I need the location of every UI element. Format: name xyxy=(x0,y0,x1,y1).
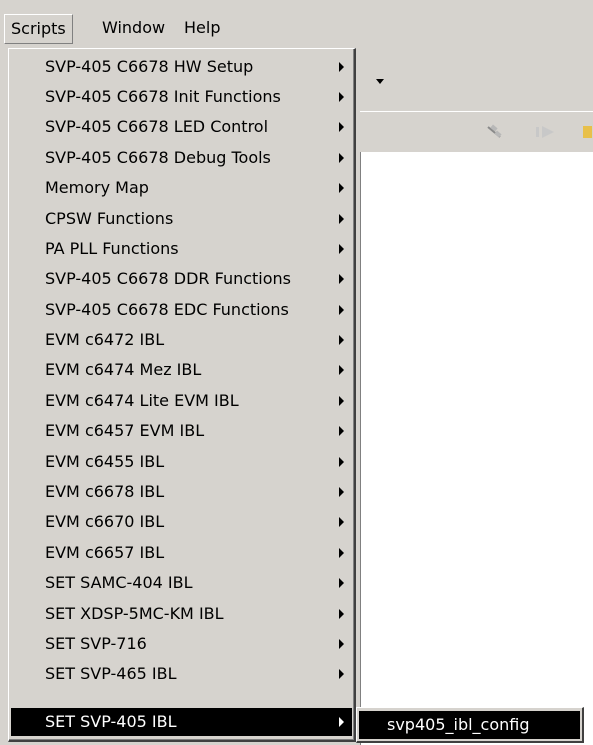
chevron-right-icon xyxy=(339,517,344,527)
chevron-right-icon xyxy=(339,214,344,224)
menu-item-label: SET SVP-465 IBL xyxy=(45,664,177,683)
submenu-item-svp405-ibl-config[interactable]: svp405_ibl_config xyxy=(359,711,580,739)
chevron-right-icon xyxy=(339,274,344,284)
chevron-right-icon xyxy=(339,305,344,315)
menu-item-label: PA PLL Functions xyxy=(45,239,179,258)
menu-item-evm-c6657-ibl[interactable]: EVM c6657 IBL xyxy=(11,539,352,567)
menu-item-evm-c6455-ibl[interactable]: EVM c6455 IBL xyxy=(11,448,352,476)
menu-item-label: SET SVP-716 xyxy=(45,634,147,653)
menu-item-set-samc-404-ibl[interactable]: SET SAMC-404 IBL xyxy=(11,569,352,597)
chevron-right-icon xyxy=(339,717,344,727)
menu-item-label: EVM c6455 IBL xyxy=(45,452,165,471)
chevron-right-icon xyxy=(339,183,344,193)
menu-item-label: SVP-405 C6678 HW Setup xyxy=(45,57,254,76)
menu-item-label: EVM c6472 IBL xyxy=(45,330,165,349)
menu-item-evm-c6474-mez-ibl[interactable]: EVM c6474 Mez IBL xyxy=(11,356,352,384)
chevron-right-icon xyxy=(339,244,344,254)
chevron-right-icon xyxy=(339,365,344,375)
menu-item-label: SET SVP-405 IBL xyxy=(45,712,177,731)
menu-item-svp405-init-functions[interactable]: SVP-405 C6678 Init Functions xyxy=(11,83,352,111)
chevron-right-icon xyxy=(339,122,344,132)
chevron-right-icon xyxy=(339,396,344,406)
chevron-right-icon xyxy=(339,62,344,72)
editor-pane xyxy=(360,152,593,745)
satellite-icon[interactable] xyxy=(486,124,504,140)
menu-item-evm-c6472-ibl[interactable]: EVM c6472 IBL xyxy=(11,326,352,354)
menu-item-set-xdsp-5mc-km-ibl[interactable]: SET XDSP-5MC-KM IBL xyxy=(11,600,352,628)
chevron-right-icon xyxy=(339,669,344,679)
scripts-menu: SVP-405 C6678 HW Setup SVP-405 C6678 Ini… xyxy=(8,48,356,742)
chevron-right-icon xyxy=(339,548,344,558)
menu-item-label: SVP-405 C6678 Debug Tools xyxy=(45,148,271,167)
menu-item-label: EVM c6457 EVM IBL xyxy=(45,421,205,440)
chevron-right-icon xyxy=(339,639,344,649)
menu-item-label: SVP-405 C6678 LED Control xyxy=(45,117,269,136)
menu-item-evm-c6670-ibl[interactable]: EVM c6670 IBL xyxy=(11,508,352,536)
menu-item-label: SVP-405 C6678 EDC Functions xyxy=(45,300,289,319)
chevron-right-icon xyxy=(339,335,344,345)
menu-window[interactable]: Window xyxy=(96,14,171,42)
menu-scripts[interactable]: Scripts xyxy=(4,14,73,44)
menu-bar: Scripts Window Help xyxy=(0,0,593,44)
menu-item-label: EVM c6678 IBL xyxy=(45,482,165,501)
view-toolbar xyxy=(360,111,593,153)
menu-item-label: EVM c6670 IBL xyxy=(45,512,165,531)
menu-item-label: Memory Map xyxy=(45,178,149,197)
chevron-right-icon xyxy=(339,487,344,497)
svp405-ibl-submenu: svp405_ibl_config xyxy=(356,707,584,743)
terminate-icon[interactable] xyxy=(582,124,593,140)
menu-item-evm-c6457-evm-ibl[interactable]: EVM c6457 EVM IBL xyxy=(11,417,352,445)
menu-item-svp405-debug-tools[interactable]: SVP-405 C6678 Debug Tools xyxy=(11,144,352,172)
menu-item-svp405-edc-functions[interactable]: SVP-405 C6678 EDC Functions xyxy=(11,296,352,324)
menu-item-set-svp-465-ibl[interactable]: SET SVP-465 IBL xyxy=(11,660,352,688)
chevron-right-icon xyxy=(339,457,344,467)
menu-item-evm-c6474-lite-evm-ibl[interactable]: EVM c6474 Lite EVM IBL xyxy=(11,387,352,415)
menu-item-cpsw-functions[interactable]: CPSW Functions xyxy=(11,205,352,233)
menu-item-svp405-led-control[interactable]: SVP-405 C6678 LED Control xyxy=(11,113,352,141)
chevron-right-icon xyxy=(339,578,344,588)
menu-item-label: EVM c6657 IBL xyxy=(45,543,165,562)
menu-item-label: EVM c6474 Mez IBL xyxy=(45,360,202,379)
chevron-right-icon xyxy=(339,609,344,619)
menu-item-evm-c6678-ibl[interactable]: EVM c6678 IBL xyxy=(11,478,352,506)
menu-item-set-svp-716[interactable]: SET SVP-716 xyxy=(11,630,352,658)
menu-item-label: CPSW Functions xyxy=(45,209,174,228)
chevron-down-icon[interactable] xyxy=(376,79,384,84)
menu-item-svp405-hw-setup[interactable]: SVP-405 C6678 HW Setup xyxy=(11,53,352,81)
chevron-right-icon xyxy=(339,153,344,163)
resume-icon[interactable] xyxy=(535,124,554,140)
chevron-right-icon xyxy=(339,92,344,102)
menu-item-set-svp-405-ibl[interactable]: SET SVP-405 IBL xyxy=(11,708,352,736)
menu-item-label: SVP-405 C6678 DDR Functions xyxy=(45,269,292,288)
menu-item-svp405-ddr-functions[interactable]: SVP-405 C6678 DDR Functions xyxy=(11,265,352,293)
chevron-right-icon xyxy=(339,426,344,436)
menu-item-label: SVP-405 C6678 Init Functions xyxy=(45,87,281,106)
menu-item-memory-map[interactable]: Memory Map xyxy=(11,174,352,202)
menu-item-label: EVM c6474 Lite EVM IBL xyxy=(45,391,239,410)
menu-item-pa-pll-functions[interactable]: PA PLL Functions xyxy=(11,235,352,263)
menu-item-label: SET SAMC-404 IBL xyxy=(45,573,193,592)
menu-item-label: SET XDSP-5MC-KM IBL xyxy=(45,604,224,623)
menu-help[interactable]: Help xyxy=(178,14,226,42)
